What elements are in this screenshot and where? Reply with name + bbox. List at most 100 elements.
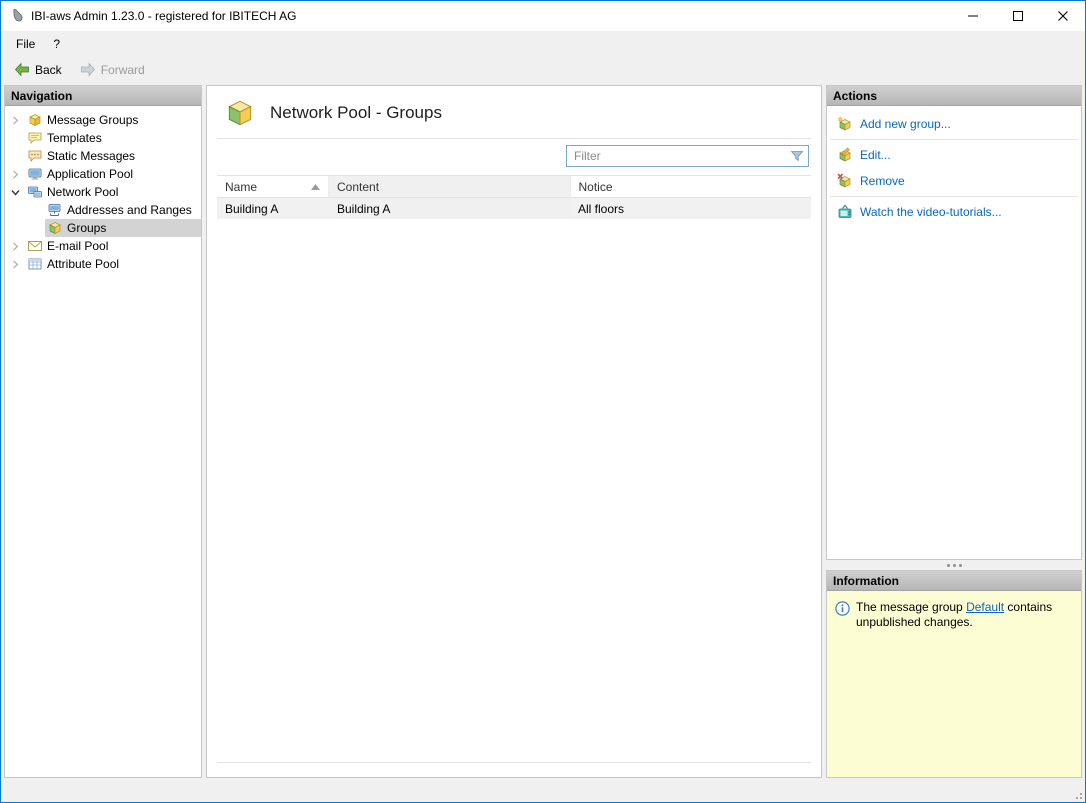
back-label: Back (35, 62, 62, 77)
sidebar-item-label: E-mail Pool (47, 239, 109, 253)
sidebar-item-templates[interactable]: Templates (5, 129, 201, 147)
actions-separator (830, 139, 1078, 140)
forward-label: Forward (100, 62, 145, 77)
info-text-before: The message group (856, 600, 967, 614)
sidebar-item-message-groups[interactable]: Message Groups (5, 111, 201, 129)
table-empty-space (217, 219, 811, 762)
network-pool-icon (27, 184, 43, 200)
edit-link[interactable]: Edit... (827, 142, 1081, 168)
default-group-link[interactable]: Default (966, 600, 1004, 614)
information-panel: Information The message group Default co… (826, 570, 1082, 778)
sidebar-item-label: Message Groups (47, 113, 139, 127)
remove-group-icon (837, 173, 853, 189)
email-pool-icon (27, 238, 43, 254)
information-header: Information (827, 571, 1081, 591)
sidebar-item-label: Application Pool (47, 167, 134, 181)
resize-grip-icon[interactable] (1071, 788, 1083, 800)
sort-ascending-icon (311, 183, 320, 190)
action-label: Remove (860, 174, 905, 188)
navigation-tree: Message Groups Templates Static Messages… (5, 106, 201, 777)
title-bar: IBI-aws Admin 1.23.0 - registered for IB… (1, 1, 1085, 31)
chevron-right-icon[interactable] (11, 170, 25, 179)
sidebar-item-label: Network Pool (47, 185, 119, 199)
chevron-down-icon[interactable] (11, 188, 25, 197)
attribute-pool-icon (27, 256, 43, 272)
info-icon (835, 600, 850, 616)
filter-input[interactable] (566, 145, 809, 167)
information-body: The message group Default contains unpub… (827, 591, 1081, 777)
add-new-group-link[interactable]: Add new group... (827, 111, 1081, 137)
table-row[interactable]: Building A Building A All floors (217, 198, 811, 219)
chevron-right-icon[interactable] (11, 260, 25, 269)
addresses-and-ranges-icon (47, 202, 63, 218)
action-label: Edit... (860, 148, 891, 162)
remove-link[interactable]: Remove (827, 168, 1081, 194)
sidebar-item-email-pool[interactable]: E-mail Pool (5, 237, 201, 255)
sidebar-item-addresses-and-ranges[interactable]: Addresses and Ranges (5, 201, 201, 219)
information-message: The message group Default contains unpub… (856, 600, 1073, 630)
navigation-header: Navigation (5, 86, 201, 106)
sidebar-item-label: Addresses and Ranges (67, 203, 192, 217)
cell-name: Building A (225, 201, 279, 216)
app-window: IBI-aws Admin 1.23.0 - registered for IB… (0, 0, 1086, 803)
minimize-icon (967, 15, 978, 17)
actions-panel: Actions Add new group... Edit... Remove … (826, 85, 1082, 560)
application-pool-icon (27, 166, 43, 182)
forward-button[interactable]: Forward (73, 60, 152, 79)
sidebar-item-groups[interactable]: Groups (5, 219, 201, 237)
page-title: Network Pool - Groups (270, 103, 442, 122)
sidebar-item-label: Groups (67, 221, 107, 235)
sidebar-item-attribute-pool[interactable]: Attribute Pool (5, 255, 201, 273)
filter-funnel-icon[interactable] (790, 149, 804, 163)
video-tutorials-link[interactable]: Watch the video-tutorials... (827, 199, 1081, 225)
menu-file[interactable]: File (7, 33, 44, 55)
actions-list: Add new group... Edit... Remove Watch th… (827, 106, 1081, 230)
page-header: Network Pool - Groups (207, 86, 821, 138)
forward-arrow-icon (80, 62, 96, 77)
static-messages-icon (27, 148, 43, 164)
minimize-button[interactable] (950, 1, 995, 31)
menu-bar: File ? (1, 31, 1085, 57)
actions-separator (830, 196, 1078, 197)
sidebar-item-network-pool[interactable]: Network Pool (5, 183, 201, 201)
menu-help[interactable]: ? (44, 33, 69, 55)
sidebar-item-label: Templates (47, 131, 102, 145)
action-label: Watch the video-tutorials... (860, 205, 1002, 219)
toolbar: Back Forward (1, 57, 1085, 82)
content-area: Navigation Message Groups Templates Stat… (1, 82, 1085, 780)
column-header-name[interactable]: Name (217, 176, 329, 197)
navigation-panel: Navigation Message Groups Templates Stat… (4, 85, 202, 778)
add-group-icon (837, 116, 853, 132)
filter-bar (217, 138, 811, 175)
chevron-right-icon[interactable] (11, 242, 25, 251)
cell-notice: All floors (578, 201, 625, 216)
column-header-notice[interactable]: Notice (571, 176, 812, 197)
window-title: IBI-aws Admin 1.23.0 - registered for IB… (31, 9, 297, 23)
cell-content: Building A (329, 198, 570, 219)
action-label: Add new group... (860, 117, 951, 131)
status-bar (1, 780, 1085, 802)
sidebar-item-application-pool[interactable]: Application Pool (5, 165, 201, 183)
close-icon (1057, 11, 1068, 21)
back-button[interactable]: Back (7, 60, 69, 79)
sidebar-item-label: Static Messages (47, 149, 136, 163)
edit-group-icon (837, 147, 853, 163)
main-panel: Network Pool - Groups Name (206, 85, 822, 778)
sidebar-item-static-messages[interactable]: Static Messages (5, 147, 201, 165)
panel-splitter[interactable] (826, 560, 1082, 570)
tv-icon (837, 204, 853, 220)
templates-icon (27, 130, 43, 146)
groups-table: Name Content Notice Building A Building … (217, 175, 811, 763)
right-column: Actions Add new group... Edit... Remove … (826, 85, 1082, 778)
chevron-right-icon[interactable] (11, 116, 25, 125)
sidebar-item-label: Attribute Pool (47, 257, 120, 271)
groups-icon (47, 220, 63, 236)
app-icon (9, 8, 25, 24)
back-arrow-icon (14, 62, 30, 77)
maximize-button[interactable] (995, 1, 1040, 31)
close-button[interactable] (1040, 1, 1085, 31)
list-area: Name Content Notice Build (217, 138, 811, 763)
window-controls (950, 1, 1085, 31)
column-header-content[interactable]: Content (329, 176, 571, 197)
groups-page-icon (223, 96, 257, 130)
